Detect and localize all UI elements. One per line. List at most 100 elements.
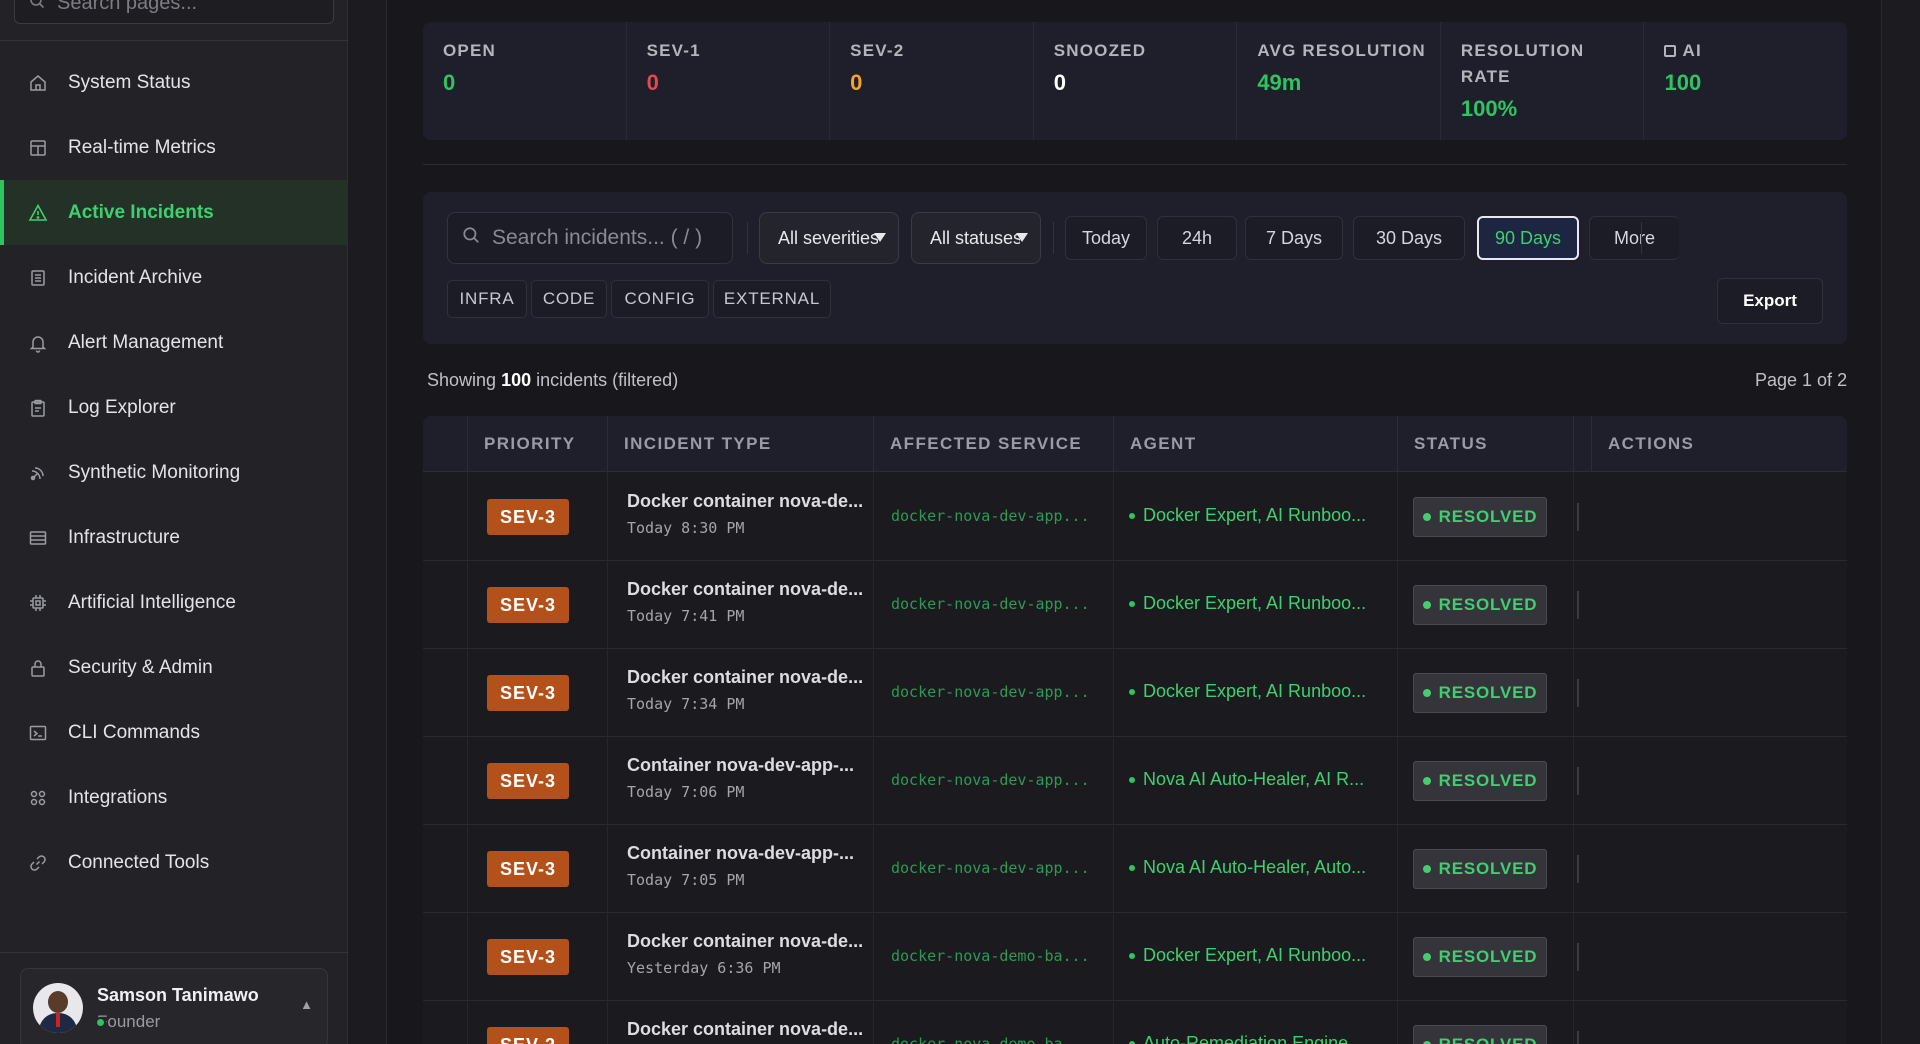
user-card[interactable]: Samson Tanimawo Founder ▲ (20, 968, 328, 1044)
status-dot-icon (1422, 601, 1431, 609)
status-badge: RESOLVED (1413, 937, 1547, 977)
stat-card-ai: AI 100 (1644, 22, 1847, 140)
sidebar-item-alert-management[interactable]: Alert Management (0, 310, 348, 375)
column-header-incident-type[interactable]: INCIDENT TYPE (607, 416, 873, 472)
affected-service[interactable]: docker-nova-dev-app... (891, 859, 1097, 877)
sidebar-item-security-admin[interactable]: Security & Admin (0, 635, 348, 700)
incident-type[interactable]: Docker container nova-de... (627, 1019, 871, 1040)
incident-search-input[interactable]: Search incidents... ( / ) (447, 212, 733, 264)
incident-type[interactable]: Container nova-dev-app-... (627, 843, 871, 864)
time-range-24h[interactable]: 24h (1157, 216, 1237, 260)
table-row[interactable]: SEV-3 Container nova-dev-app-... Today 7:0… (423, 737, 1847, 825)
incident-type[interactable]: Docker container nova-de... (627, 931, 871, 952)
export-button[interactable]: Export (1717, 278, 1823, 324)
stat-label-text: SNOOZED (1053, 41, 1147, 60)
cell-divider (1113, 737, 1114, 825)
sidebar-item-label: Artificial Intelligence (68, 591, 236, 613)
severity-select[interactable]: All severities (759, 212, 899, 264)
server-icon (26, 526, 50, 550)
stat-card-resolution-rate: RESOLUTION RATE 100% (1441, 22, 1645, 140)
sidebar-item-synthetic-monitoring[interactable]: Synthetic Monitoring (0, 440, 348, 505)
showing-suffix: incidents (filtered) (536, 370, 679, 390)
actions-cell[interactable] (1577, 855, 1579, 883)
table-row[interactable]: SEV-3 Docker container nova-de... Yesterda… (423, 913, 1847, 1001)
sidebar-item-log-explorer[interactable]: Log Explorer (0, 375, 348, 440)
table-row[interactable]: SEV-3 Container nova-dev-app-... Today 7:0… (423, 825, 1847, 913)
sidebar-item-active-incidents[interactable]: Active Incidents (0, 180, 348, 245)
column-header-agent[interactable]: AGENT (1113, 416, 1397, 472)
actions-cell[interactable] (1577, 591, 1579, 619)
actions-cell[interactable] (1577, 767, 1579, 795)
sidebar-item-real-time-metrics[interactable]: Real-time Metrics (0, 115, 348, 180)
time-range-90-days[interactable]: 90 Days (1477, 216, 1579, 260)
sidebar-item-label: Alert Management (68, 331, 224, 353)
sidebar-item-integrations[interactable]: Integrations (0, 765, 348, 830)
column-header-status[interactable]: STATUS (1397, 416, 1591, 472)
affected-service[interactable]: docker-nova-dev-app... (891, 507, 1097, 525)
incident-type[interactable]: Docker container nova-de... (627, 491, 871, 512)
cpu-icon (26, 591, 50, 615)
table-row[interactable]: SEV-3 Docker container nova-de... Today 7:… (423, 561, 1847, 649)
page-search-input[interactable]: Search pages... (14, 0, 334, 24)
category-chip-infra[interactable]: INFRA (447, 280, 527, 318)
sidebar-item-cli-commands[interactable]: CLI Commands (0, 700, 348, 765)
table-row[interactable]: SEV-3 Docker container nova-de... Today 8:… (423, 473, 1847, 561)
status-dot-icon (1422, 513, 1431, 521)
column-header-priority[interactable]: PRIORITY (467, 416, 607, 472)
cell-divider (1397, 473, 1398, 561)
category-chip-external[interactable]: EXTERNAL (713, 280, 831, 318)
stat-card-avg-resolution: AVG RESOLUTION 49m (1237, 22, 1441, 140)
column-header-affected-service[interactable]: AFFECTED SERVICE (873, 416, 1113, 472)
affected-service[interactable]: docker-nova-demo-ba... (891, 947, 1097, 965)
incident-type[interactable]: Docker container nova-de... (627, 579, 871, 600)
priority-badge: SEV-3 (487, 675, 569, 711)
link-icon (26, 851, 50, 875)
actions-cell[interactable] (1577, 503, 1579, 531)
affected-service[interactable]: docker-nova-demo-ba... (891, 1035, 1097, 1044)
sidebar-item-system-status[interactable]: System Status (0, 50, 348, 115)
sidebar-item-infrastructure[interactable]: Infrastructure (0, 505, 348, 570)
status-badge: RESOLVED (1413, 585, 1547, 625)
cell-divider (607, 737, 608, 825)
status-dot-icon (1422, 865, 1431, 873)
time-range-30-days[interactable]: 30 Days (1353, 216, 1465, 260)
home-icon (26, 71, 50, 95)
stat-value: 100 (1664, 70, 1702, 95)
chevron-down-icon (1016, 233, 1028, 242)
user-role: Founder (97, 1011, 161, 1031)
sidebar-item-connected-tools[interactable]: Connected Tools (0, 830, 348, 895)
priority-badge: SEV-3 (487, 499, 569, 535)
stat-label: OPEN (443, 38, 626, 64)
incident-type[interactable]: Container nova-dev-app-... (627, 755, 871, 776)
category-chip-code[interactable]: CODE (531, 280, 607, 318)
cell-divider (1573, 1001, 1574, 1044)
cell-divider (467, 913, 468, 1001)
affected-service[interactable]: docker-nova-dev-app... (891, 683, 1097, 701)
incident-type[interactable]: Docker container nova-de... (627, 667, 871, 688)
status-text: RESOLVED (1438, 683, 1538, 702)
status-select[interactable]: All statuses (911, 212, 1041, 264)
sidebar-item-incident-archive[interactable]: Incident Archive (0, 245, 348, 310)
table-row[interactable]: SEV-3 Docker container nova-de... Today 7:… (423, 649, 1847, 737)
avatar (33, 983, 83, 1033)
actions-cell[interactable] (1577, 1031, 1579, 1044)
actions-cell[interactable] (1577, 679, 1579, 707)
time-range-today[interactable]: Today (1065, 216, 1147, 260)
agent-text: Docker Expert, AI Runboo... (1143, 505, 1367, 525)
priority-badge: SEV-3 (487, 763, 569, 799)
sidebar-item-artificial-intelligence[interactable]: Artificial Intelligence (0, 570, 348, 635)
severity-select-value: All severities (778, 227, 878, 248)
page-search-placeholder: Search pages... (57, 0, 198, 14)
actions-cell[interactable] (1577, 943, 1579, 971)
table-row[interactable]: SEV-2 Docker container nova-de... docker-n… (423, 1001, 1847, 1044)
cell-divider (607, 913, 608, 1001)
column-header-actions[interactable]: ACTIONS (1591, 416, 1847, 472)
time-range-7-days[interactable]: 7 Days (1245, 216, 1343, 260)
cell-divider (607, 649, 608, 737)
affected-service[interactable]: docker-nova-dev-app... (891, 595, 1097, 613)
affected-service[interactable]: docker-nova-dev-app... (891, 771, 1097, 789)
category-chip-config[interactable]: CONFIG (611, 280, 709, 318)
chevron-up-icon[interactable]: ▲ (300, 997, 313, 1012)
time-range-more[interactable]: More (1589, 216, 1679, 260)
stat-label-text: AI (1682, 41, 1702, 60)
